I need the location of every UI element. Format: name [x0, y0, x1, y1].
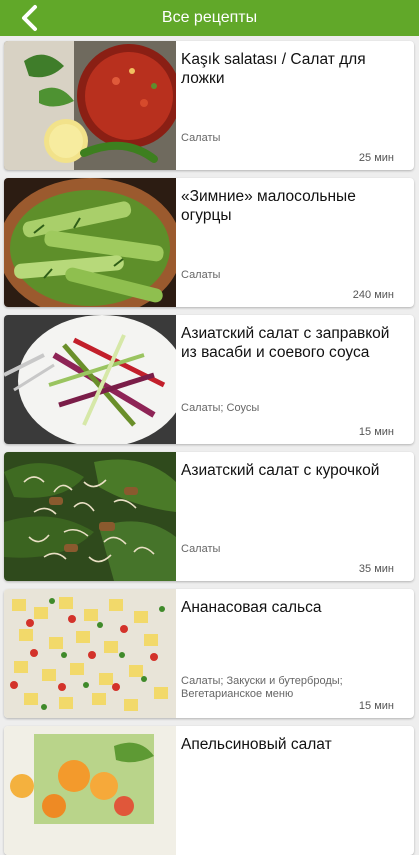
recipe-card[interactable]: «Зимние» малосольные огурцы Салаты 240 м…	[4, 178, 414, 307]
recipe-image	[4, 589, 176, 718]
recipe-time: 35 мин	[358, 563, 394, 575]
recipe-time: 25 мин	[358, 152, 394, 164]
recipe-time: 15 мин	[358, 700, 394, 712]
recipe-title: Kaşık salatası / Салат для ложки	[181, 51, 366, 87]
recipe-category: Салаты	[181, 132, 221, 144]
recipe-title: Азиатский салат с курочкой	[181, 462, 380, 479]
recipe-time: 240 мин	[352, 289, 394, 301]
recipe-title: «Зимние» малосольные огурцы	[181, 188, 356, 224]
recipe-image	[4, 452, 176, 581]
recipe-card[interactable]: Ананасовая сальса Салаты; Закуски и буте…	[4, 589, 414, 718]
recipe-card[interactable]: Азиатский салат с курочкой Салаты 35 мин	[4, 452, 414, 581]
page-title: Все рецепты	[161, 9, 258, 26]
recipe-card[interactable]: Апельсиновый салат	[4, 726, 414, 855]
recipe-image	[4, 178, 176, 307]
recipe-title: Апельсиновый салат	[181, 736, 332, 753]
recipe-time: 15 мин	[358, 426, 394, 438]
recipe-image	[4, 726, 176, 855]
recipe-image	[4, 315, 176, 444]
recipe-category: Салаты; Закуски и бутерброды; Вегетариан…	[181, 675, 343, 700]
recipe-card[interactable]: Азиатский салат с заправкой из васаби и …	[4, 315, 414, 444]
recipe-category: Салаты	[181, 543, 221, 555]
recipe-category: Салаты; Соусы	[181, 402, 260, 414]
chevron-left-icon	[22, 5, 37, 31]
app-bar: Все рецепты	[0, 0, 419, 36]
recipe-card[interactable]: Kaşık salatası / Салат для ложки Салаты …	[4, 41, 414, 170]
recipe-title: Азиатский салат с заправкой из васаби и …	[181, 325, 390, 361]
recipe-image	[4, 41, 176, 170]
back-button[interactable]	[14, 2, 44, 34]
recipe-category: Салаты	[181, 269, 221, 281]
recipe-title: Ананасовая сальса	[181, 599, 322, 616]
